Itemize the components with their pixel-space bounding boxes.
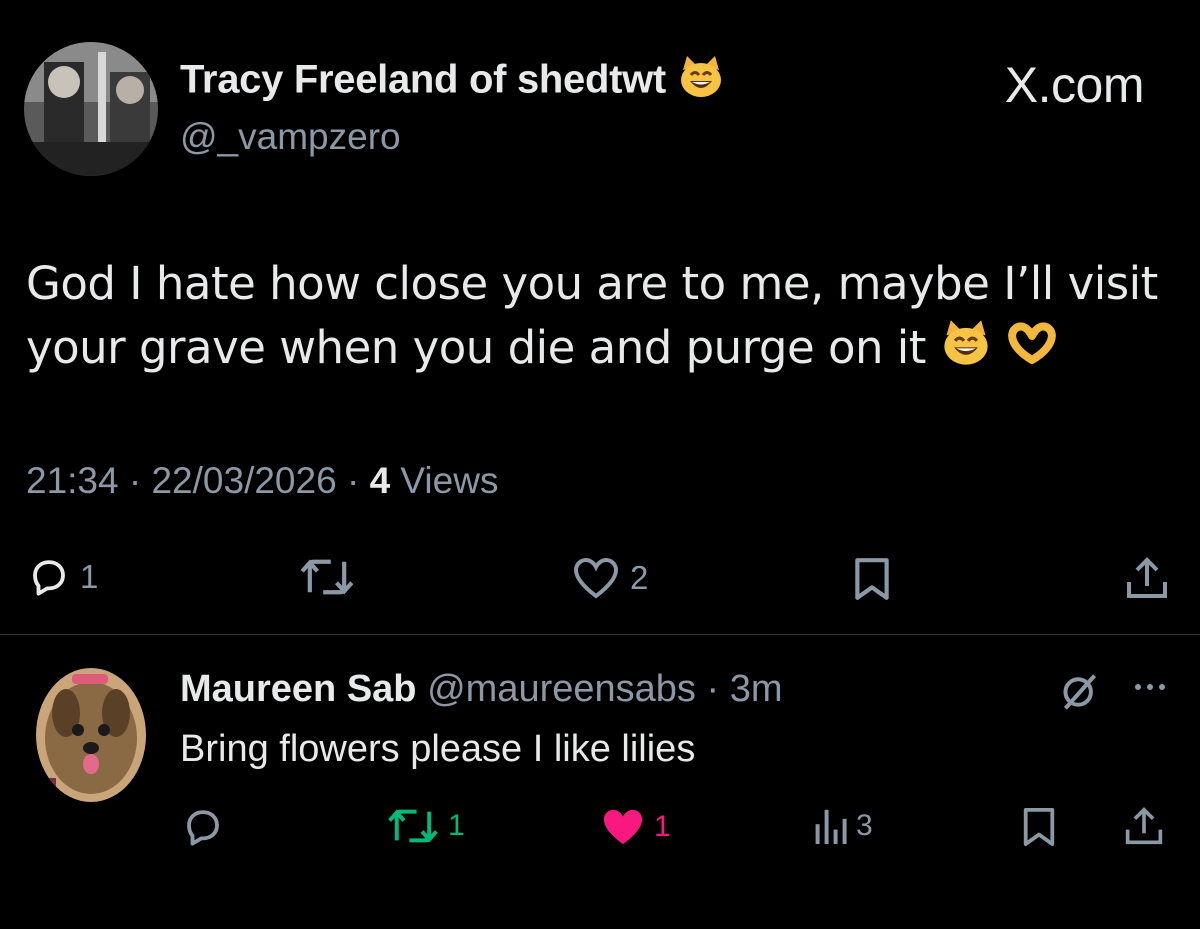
tweet-text-line-content: your grave when you die and purge on it bbox=[26, 321, 926, 374]
tweet-meta: 21:34 · 22/03/2026 · 4 Views bbox=[26, 460, 498, 502]
views-label: Views bbox=[400, 460, 499, 501]
reply-retweet-count: 1 bbox=[448, 809, 465, 842]
reply-views-count: 3 bbox=[856, 809, 873, 842]
like-button[interactable]: 2 bbox=[572, 556, 648, 600]
tweet-text: God I hate how close you are to me, mayb… bbox=[26, 252, 1176, 383]
tweet-text-line: God I hate how close you are to me, mayb… bbox=[26, 257, 1158, 310]
heart-hands-emoji-icon bbox=[1006, 319, 1058, 383]
grinning-cat-emoji-icon bbox=[677, 56, 725, 108]
bookmark-icon bbox=[855, 558, 889, 600]
like-count: 2 bbox=[630, 559, 649, 596]
author-avatar[interactable] bbox=[24, 42, 158, 176]
reply-retweet-button[interactable]: 1 bbox=[386, 806, 465, 846]
reply-bookmark-button[interactable] bbox=[1020, 806, 1058, 848]
author-handle[interactable]: @_vampzero bbox=[180, 116, 401, 158]
reply-count: 1 bbox=[80, 558, 99, 595]
grok-slash-icon bbox=[1063, 674, 1097, 710]
views-count: 4 bbox=[369, 460, 391, 501]
bookmark-button[interactable] bbox=[850, 556, 894, 602]
reply-header: Maureen Sab @maureensabs · 3m bbox=[180, 668, 783, 711]
reply-text: Bring flowers please I like lilies bbox=[180, 728, 696, 770]
share-icon bbox=[1127, 557, 1167, 598]
reply-views-button[interactable]: 3 bbox=[812, 806, 873, 846]
reply-author-handle[interactable]: @maureensabs bbox=[427, 668, 696, 710]
reply-like-count: 1 bbox=[654, 810, 671, 843]
reply-reply-button[interactable] bbox=[182, 806, 224, 848]
retweet-icon bbox=[388, 809, 438, 843]
heart-filled-icon bbox=[603, 809, 643, 845]
share-icon bbox=[1125, 807, 1163, 845]
bar-chart-icon bbox=[815, 809, 847, 844]
grinning-cat-emoji-icon bbox=[940, 319, 992, 383]
heart-icon bbox=[573, 557, 619, 599]
author-name-text: Tracy Freeland of shedtwt bbox=[180, 57, 666, 102]
retweet-button[interactable] bbox=[298, 556, 356, 598]
tweet-date[interactable]: 22/03/2026 bbox=[151, 460, 336, 501]
more-icon bbox=[1135, 684, 1165, 690]
bookmark-icon bbox=[1023, 808, 1055, 846]
reply-separator: · bbox=[695, 668, 730, 710]
reply-author-name[interactable]: Maureen Sab bbox=[180, 668, 417, 710]
meta-separator: · bbox=[128, 460, 152, 501]
tweet-time[interactable]: 21:34 bbox=[26, 460, 119, 501]
brand-label: X.com bbox=[1004, 57, 1145, 113]
divider bbox=[0, 634, 1200, 635]
meta-separator: · bbox=[346, 460, 370, 501]
reply-button[interactable]: 1 bbox=[28, 556, 98, 598]
share-button[interactable] bbox=[1124, 554, 1170, 602]
tweet-text-line: your grave when you die and purge on it bbox=[26, 316, 1176, 383]
more-options-button[interactable] bbox=[1130, 672, 1170, 702]
reply-icon bbox=[187, 810, 219, 846]
grok-button[interactable] bbox=[1058, 672, 1102, 712]
reply-author-avatar[interactable] bbox=[36, 668, 146, 802]
author-name[interactable]: Tracy Freeland of shedtwt bbox=[180, 56, 725, 108]
reply-icon bbox=[33, 560, 65, 596]
reply-share-button[interactable] bbox=[1124, 804, 1164, 848]
reply-like-button[interactable]: 1 bbox=[600, 806, 671, 848]
retweet-icon bbox=[300, 559, 354, 595]
reply-time[interactable]: 3m bbox=[730, 668, 783, 710]
